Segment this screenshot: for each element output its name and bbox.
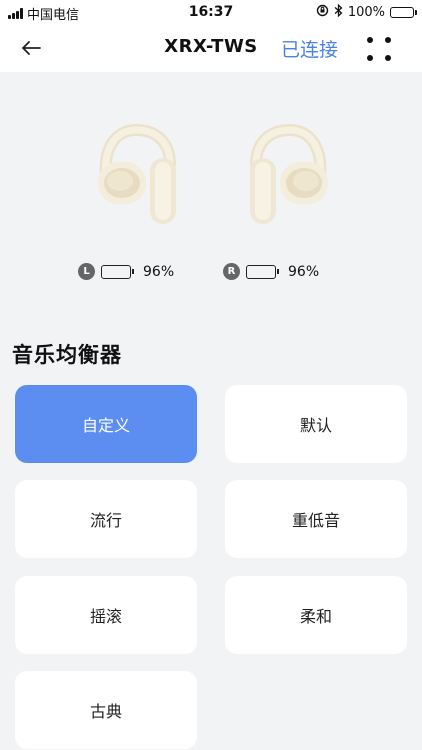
preset-soft[interactable]: 柔和: [225, 576, 407, 654]
connection-status[interactable]: 已连接: [281, 35, 338, 62]
rotation-lock-icon: [316, 4, 329, 21]
left-side-badge: L: [78, 263, 95, 280]
status-right: 100%: [316, 3, 417, 21]
preset-bass[interactable]: 重低音: [225, 480, 407, 558]
battery-icon: [390, 7, 417, 18]
bluetooth-icon: [334, 3, 343, 21]
nav-bar: XRX-TWS 已连接: [0, 24, 422, 72]
right-earbud-battery: R 96%: [223, 263, 319, 280]
right-battery-percent: 96%: [288, 263, 320, 280]
preset-pop[interactable]: 流行: [15, 480, 197, 558]
right-side-badge: R: [223, 263, 240, 280]
battery-icon: [101, 264, 134, 279]
status-bar: 中国电信 16:37 100%: [0, 0, 422, 24]
left-earbud-image: [96, 123, 186, 228]
right-earbud-image: [240, 123, 330, 228]
preset-default[interactable]: 默认: [225, 385, 407, 463]
preset-custom[interactable]: 自定义: [15, 385, 197, 463]
battery-icon: [246, 264, 279, 279]
equalizer-title: 音乐均衡器: [12, 343, 122, 367]
page-title: XRX-TWS: [164, 36, 258, 57]
left-earbud-battery: L 96%: [78, 263, 174, 280]
preset-rock[interactable]: 摇滚: [15, 576, 197, 654]
more-menu-button[interactable]: [362, 32, 396, 66]
left-battery-percent: 96%: [143, 263, 175, 280]
battery-percent: 100%: [347, 5, 385, 20]
preset-classical[interactable]: 古典: [15, 671, 197, 749]
